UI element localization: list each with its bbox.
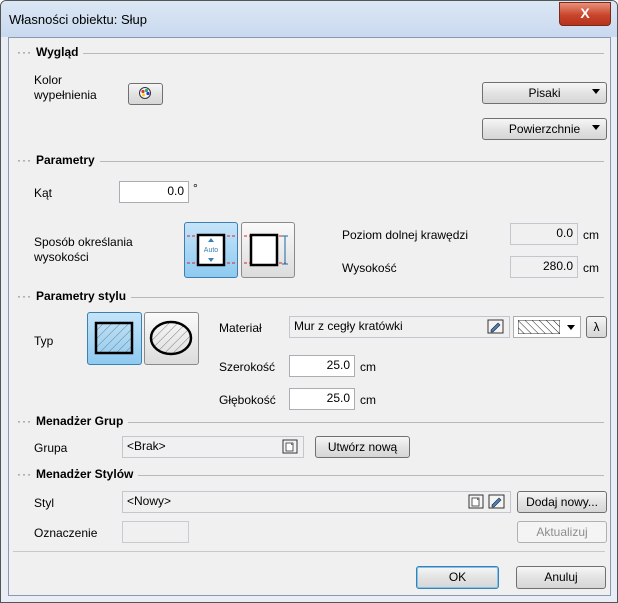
type-rectangular-button[interactable] — [87, 312, 142, 365]
lambda-button[interactable]: λ — [586, 316, 607, 338]
edit-icon — [488, 494, 505, 509]
angle-label: Kąt — [34, 186, 53, 200]
chevron-down-icon — [592, 89, 600, 94]
group-label: Grupa — [34, 441, 68, 455]
create-group-button[interactable]: Utwórz nową — [315, 436, 410, 458]
window-title: Własności obiektu: Słup — [9, 12, 148, 27]
surfaces-dropdown-button[interactable]: Powierzchnie — [482, 118, 607, 140]
document-icon — [282, 439, 298, 454]
height-unit: cm — [583, 261, 599, 275]
title-bar[interactable]: Własności obiektu: Słup X — [1, 1, 617, 37]
depth-input[interactable]: 25.0 — [289, 388, 355, 410]
close-button[interactable]: X — [559, 2, 611, 26]
hatch-pattern-dropdown[interactable] — [513, 316, 581, 338]
palette-icon — [139, 87, 151, 99]
marking-input[interactable] — [122, 521, 189, 543]
cancel-button[interactable]: Anuluj — [516, 566, 606, 589]
width-input[interactable]: 25.0 — [289, 355, 355, 377]
group-select-button[interactable] — [282, 439, 299, 455]
height-method-label-line1: Sposób określania — [34, 235, 133, 249]
style-label: Styl — [34, 496, 55, 510]
pens-dropdown-button[interactable]: Pisaki — [482, 82, 607, 104]
fill-color-label-line1: Kolor — [34, 73, 63, 87]
chevron-down-icon — [592, 125, 600, 130]
material-label: Materiał — [219, 321, 262, 335]
bottom-edge-unit: cm — [583, 228, 599, 242]
properties-dialog: Własności obiektu: Słup X ··· Wygląd Kol… — [0, 0, 618, 603]
style-field[interactable]: <Nowy> — [122, 491, 511, 513]
section-divider — [36, 53, 604, 54]
fill-color-label-line2: wypełnienia — [34, 88, 97, 102]
depth-label: Głębokość — [219, 393, 276, 407]
type-circular-button[interactable] — [144, 312, 199, 365]
group-field[interactable]: <Brak> — [122, 436, 304, 458]
depth-unit: cm — [360, 393, 376, 407]
height-auto-button[interactable]: Auto — [184, 222, 238, 278]
height-label: Wysokość — [342, 261, 397, 275]
bottom-edge-input[interactable]: 0.0 — [510, 223, 578, 245]
chevron-down-icon — [567, 325, 575, 330]
manual-height-icon — [244, 233, 288, 267]
section-header-group-manager: ··· Menadżer Grup — [17, 414, 604, 430]
section-header-wyglad: ··· Wygląd — [17, 45, 604, 61]
width-label: Szerokość — [219, 360, 276, 374]
height-method-label-line2: wysokości — [34, 250, 89, 264]
type-label: Typ — [34, 334, 54, 348]
marking-label: Oznaczenie — [34, 526, 98, 540]
width-unit: cm — [360, 360, 376, 374]
section-divider — [36, 161, 604, 162]
dialog-client-area: ··· Wygląd Kolor wypełnienia Pisaki Powi… — [8, 37, 611, 596]
hatch-pattern-icon — [518, 320, 560, 334]
style-select-button[interactable] — [468, 494, 485, 510]
angle-unit: ° — [193, 181, 198, 195]
section-header-style-manager: ··· Menadżer Stylów — [17, 467, 604, 483]
update-style-button[interactable]: Aktualizuj — [517, 521, 607, 543]
svg-text:Auto: Auto — [204, 247, 219, 254]
edit-icon — [487, 319, 504, 334]
document-icon — [468, 494, 484, 509]
auto-height-icon: Auto — [187, 233, 235, 267]
section-header-parametry: ··· Parametry — [17, 153, 604, 169]
material-field[interactable]: Mur z cegły kratówki — [289, 316, 510, 338]
footer-divider — [13, 551, 605, 552]
style-edit-button[interactable] — [488, 494, 506, 510]
add-style-button[interactable]: Dodaj nowy... — [517, 491, 607, 513]
rectangle-hatched-icon — [94, 321, 134, 355]
ok-button[interactable]: OK — [416, 566, 499, 589]
height-input[interactable]: 280.0 — [510, 256, 578, 278]
fill-color-button[interactable] — [128, 83, 163, 105]
angle-input[interactable]: 0.0 — [119, 181, 189, 203]
ellipse-hatched-icon — [149, 320, 193, 356]
height-manual-button[interactable] — [241, 222, 295, 278]
section-header-parametry-stylu: ··· Parametry stylu — [17, 289, 604, 305]
material-edit-button[interactable] — [487, 319, 505, 335]
bottom-edge-label: Poziom dolnej krawędzi — [342, 228, 469, 242]
